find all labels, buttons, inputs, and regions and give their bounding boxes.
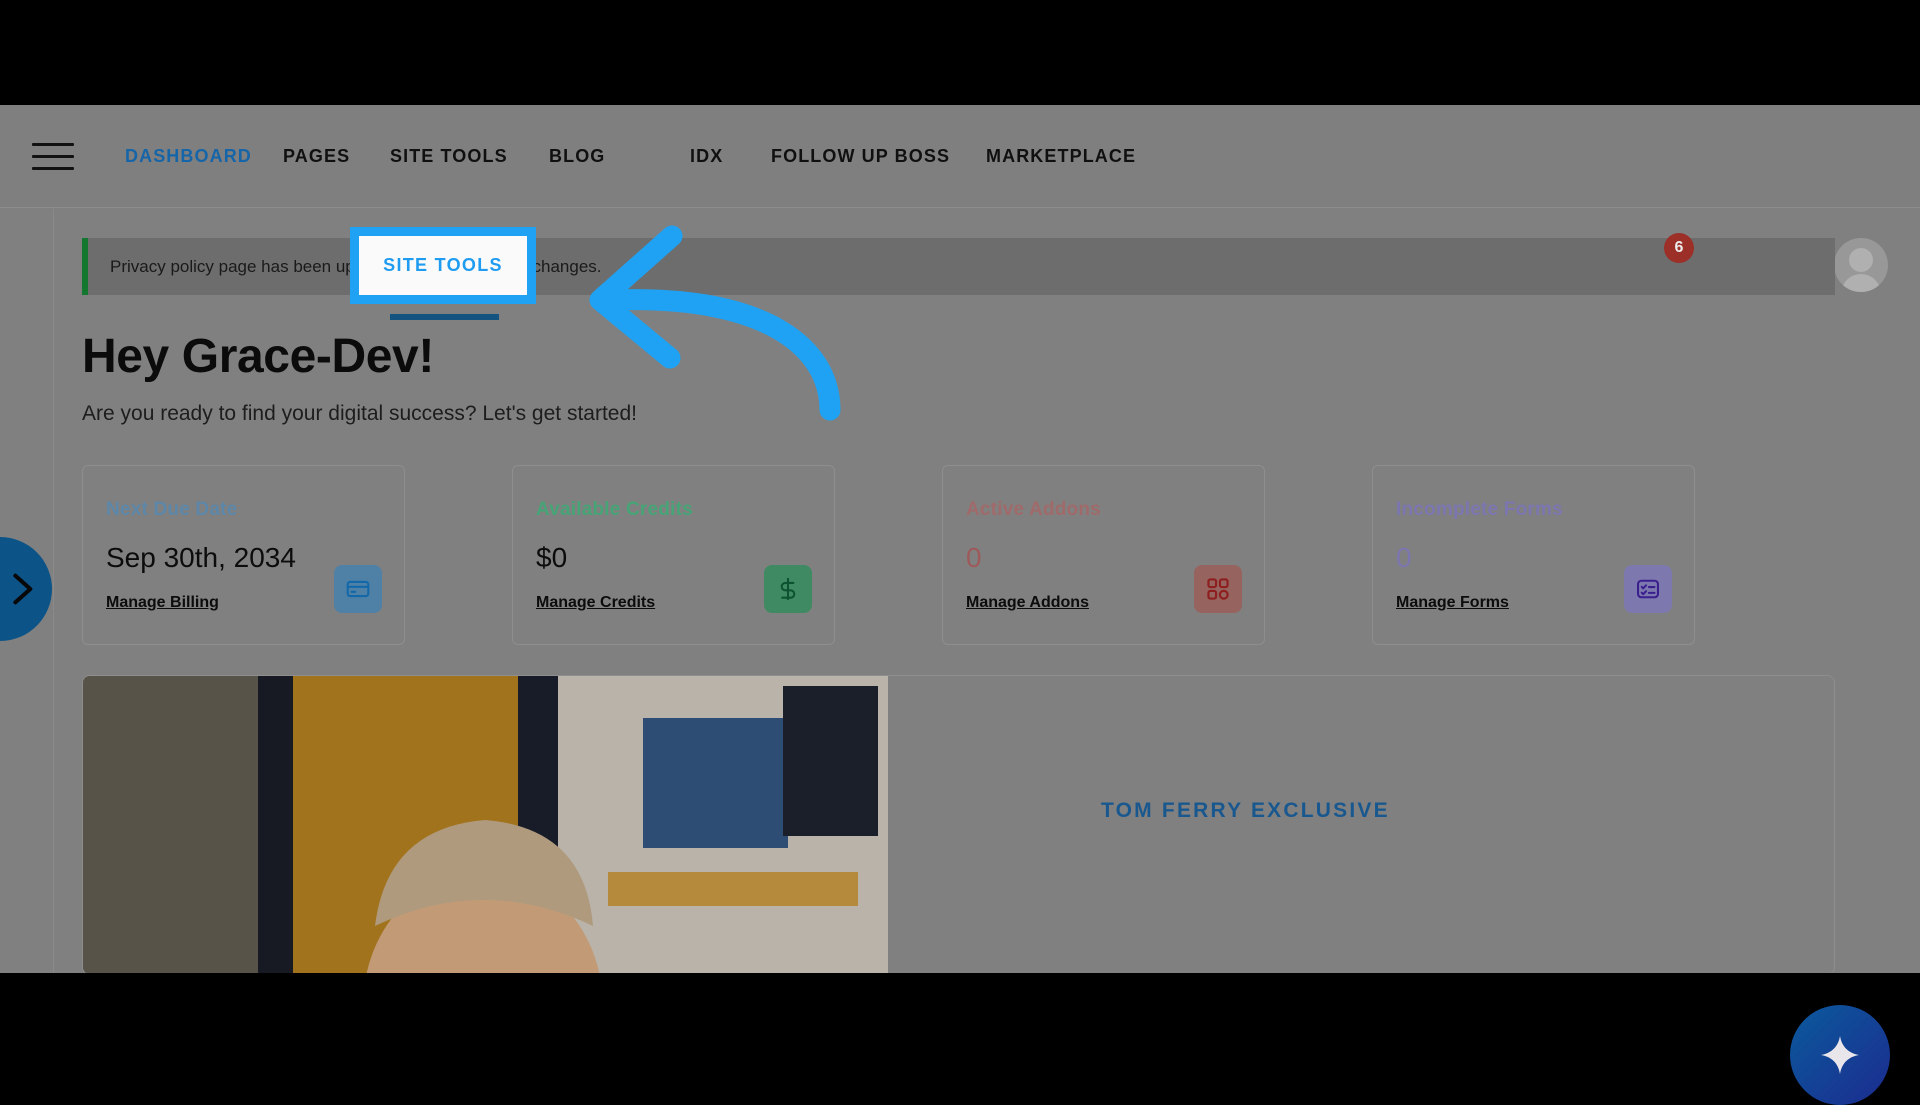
page-subtitle: Are you ready to find your digital succe… <box>82 402 637 425</box>
nav-item-blog[interactable]: BLOG <box>549 105 605 208</box>
hamburger-menu-icon[interactable] <box>32 143 76 171</box>
nav-label: PAGES <box>283 146 351 166</box>
top-navigation-bar: DASHBOARD PAGES SITE TOOLS BLOG IDX FOLL… <box>0 105 1920 292</box>
avatar-head <box>1849 248 1873 272</box>
content-left-divider <box>53 209 54 973</box>
promo-video-panel: TOM FERRY EXCLUSIVE <box>82 675 1835 973</box>
chevron-right-icon <box>13 573 33 605</box>
grid-apps-icon <box>1194 565 1242 613</box>
stat-card-incomplete-forms: Incomplete Forms 0 Manage Forms <box>1372 465 1695 645</box>
stat-card-next-due-date: Next Due Date Sep 30th, 2034 Manage Bill… <box>82 465 405 645</box>
promo-label: TOM FERRY EXCLUSIVE <box>1101 799 1390 822</box>
browser-viewport: DASHBOARD PAGES SITE TOOLS BLOG IDX FOLL… <box>0 105 1920 973</box>
card-title: Next Due Date <box>106 499 238 520</box>
sparkle-ai-icon <box>1820 1035 1860 1075</box>
card-title: Active Addons <box>966 499 1101 520</box>
site-tools-highlight-label: SITE TOOLS <box>383 255 503 275</box>
annotation-arrow-icon <box>589 225 841 421</box>
credit-card-icon <box>334 565 382 613</box>
user-avatar[interactable] <box>1834 238 1888 292</box>
hamburger-line <box>32 167 74 170</box>
nav-label: IDX <box>690 146 724 166</box>
nav-label: MARKETPLACE <box>986 146 1137 166</box>
card-value: $0 <box>536 542 568 573</box>
stat-card-available-credits: Available Credits $0 Manage Credits <box>512 465 835 645</box>
page-title: Hey Grace-Dev! <box>82 330 434 383</box>
privacy-policy-notice-banner: Privacy policy page has been updated. Yo… <box>82 238 1835 295</box>
card-value: 0 <box>966 542 982 573</box>
form-checklist-icon <box>1624 565 1672 613</box>
dollar-sign-icon <box>764 565 812 613</box>
nav-item-idx[interactable]: IDX <box>690 105 723 208</box>
nav-label: FOLLOW UP BOSS <box>771 146 951 166</box>
screenshot-root: DASHBOARD PAGES SITE TOOLS BLOG IDX FOLL… <box>0 0 1920 1105</box>
card-value: Sep 30th, 2034 <box>106 542 296 573</box>
nav-label: SITE TOOLS <box>390 146 508 166</box>
notification-badge: 6 <box>1664 233 1694 263</box>
avatar-body <box>1841 274 1881 292</box>
nav-item-pages[interactable]: PAGES <box>283 105 350 208</box>
sidebar-expand-tab[interactable] <box>0 537 52 641</box>
card-value: 0 <box>1396 542 1412 573</box>
active-tab-indicator <box>390 314 499 320</box>
nav-label: BLOG <box>549 146 606 166</box>
manage-addons-link[interactable]: Manage Addons <box>966 594 1089 612</box>
manage-credits-link[interactable]: Manage Credits <box>536 594 655 612</box>
stat-card-active-addons: Active Addons 0 Manage Addons <box>942 465 1265 645</box>
nav-item-follow-up-boss[interactable]: FOLLOW UP BOSS <box>771 105 950 208</box>
hamburger-line <box>32 155 74 158</box>
site-tools-highlight-box[interactable]: SITE TOOLS <box>350 227 536 304</box>
card-title: Available Credits <box>536 499 693 520</box>
notification-count: 6 <box>1674 239 1684 256</box>
nav-item-dashboard[interactable]: DASHBOARD <box>125 105 252 208</box>
ai-assistant-fab-button[interactable] <box>1790 1005 1890 1105</box>
nav-label: DASHBOARD <box>125 146 252 166</box>
manage-billing-link[interactable]: Manage Billing <box>106 594 219 612</box>
nav-item-site-tools[interactable]: SITE TOOLS <box>390 105 508 208</box>
manage-forms-link[interactable]: Manage Forms <box>1396 594 1509 612</box>
card-title: Incomplete Forms <box>1396 499 1563 520</box>
hamburger-line <box>32 143 74 146</box>
nav-item-marketplace[interactable]: MARKETPLACE <box>986 105 1136 208</box>
promo-video-thumbnail[interactable] <box>83 676 888 973</box>
